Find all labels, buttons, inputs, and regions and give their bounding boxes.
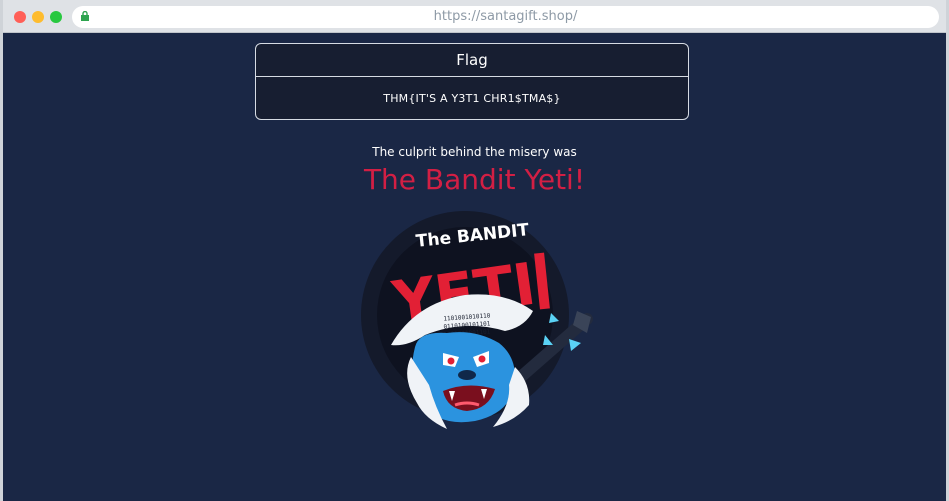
flag-card: Flag THM{IT'S A Y3T1 CHR1$TMA$} [255, 43, 689, 120]
browser-window: https://santagift.shop/ Flag THM{IT'S A … [0, 0, 949, 501]
close-window-button[interactable] [14, 11, 26, 23]
maximize-window-button[interactable] [50, 11, 62, 23]
browser-titlebar: https://santagift.shop/ [3, 0, 946, 33]
address-bar[interactable]: https://santagift.shop/ [72, 6, 939, 28]
url-text: https://santagift.shop/ [433, 9, 578, 24]
page-content: Flag THM{IT'S A Y3T1 CHR1$TMA$} The culp… [3, 33, 946, 501]
minimize-window-button[interactable] [32, 11, 44, 23]
bandit-yeti-logo: The BANDIT YETI 1101001010110 0110100101… [361, 211, 593, 429]
culprit-subtitle: The culprit behind the misery was [372, 145, 577, 159]
flag-value: THM{IT'S A Y3T1 CHR1$TMA$} [383, 92, 561, 105]
flag-card-title: Flag [256, 44, 688, 77]
culprit-name: The Bandit Yeti! [363, 163, 586, 196]
